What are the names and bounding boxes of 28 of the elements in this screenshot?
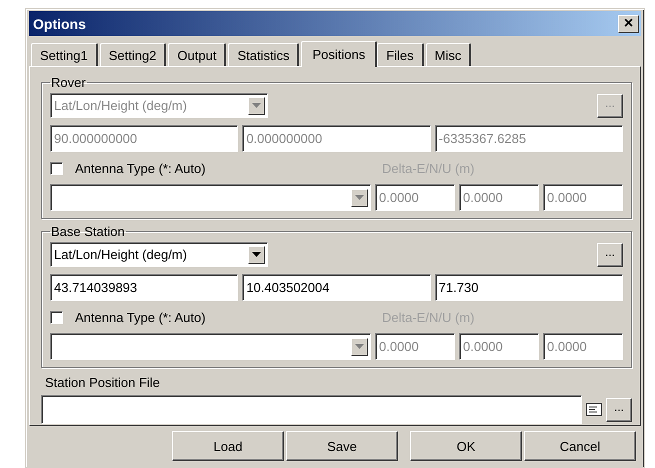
tab[interactable]: Positions	[301, 41, 378, 67]
dialog-button[interactable]: Save	[286, 431, 398, 461]
coordinate-field[interactable]: 10.403502004	[242, 274, 431, 301]
field-label: Station Position File	[44, 375, 161, 390]
group-title: Rover	[50, 75, 87, 90]
tab[interactable]: Output	[168, 43, 226, 66]
group-title: Base Station	[50, 224, 126, 239]
checkbox-label: Antenna Type (*: Auto)	[75, 310, 207, 324]
dialog-button[interactable]: Cancel	[524, 431, 636, 461]
antenna-checkbox[interactable]	[50, 162, 63, 174]
tab[interactable]: Statistics	[228, 43, 300, 66]
browse-button[interactable]: ...	[606, 398, 632, 422]
format-dropdown[interactable]: Lat/Lon/Height (deg/m)	[50, 242, 268, 267]
tab[interactable]: Files	[377, 43, 424, 66]
browse-button[interactable]: ...	[597, 242, 623, 266]
dialog-button[interactable]: Load	[172, 431, 284, 461]
antenna-checkbox[interactable]	[50, 310, 63, 324]
station-file-field[interactable]	[41, 395, 582, 424]
tab[interactable]: Setting1	[31, 43, 98, 66]
window-title: Options	[33, 16, 86, 32]
tab[interactable]: Misc	[426, 43, 472, 66]
file-list-icon[interactable]	[586, 403, 602, 416]
coordinate-field[interactable]: 43.714039893	[50, 274, 238, 301]
coordinate-field[interactable]: 71.730	[434, 274, 623, 301]
checkbox-label: Antenna Type (*: Auto)	[75, 160, 207, 176]
tab[interactable]: Setting2	[100, 43, 166, 66]
close-button[interactable]: ×	[618, 14, 639, 32]
dialog-button[interactable]: OK	[410, 431, 522, 461]
